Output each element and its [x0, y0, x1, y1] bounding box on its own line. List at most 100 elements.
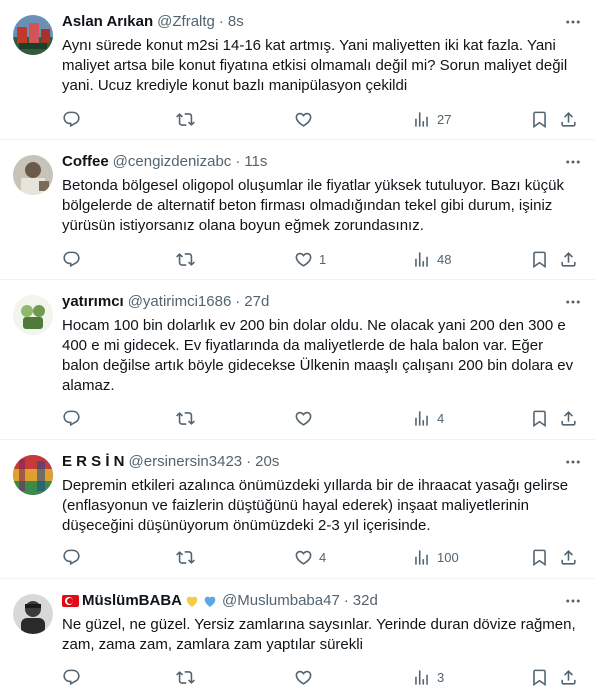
- timestamp[interactable]: 32d: [353, 591, 378, 611]
- retweet-button[interactable]: [176, 547, 201, 567]
- like-button[interactable]: [294, 408, 319, 428]
- action-bar: 27: [62, 109, 587, 129]
- like-button[interactable]: [294, 667, 319, 687]
- bookmark-button[interactable]: [530, 249, 549, 269]
- separator-dot: ·: [218, 13, 224, 30]
- retweet-button[interactable]: [176, 408, 201, 428]
- tweet[interactable]: MüslümBABA @Muslumbaba47 · 32d Ne güzel,…: [0, 579, 595, 700]
- views-button[interactable]: 27: [412, 109, 451, 129]
- views-count: 4: [437, 410, 445, 426]
- avatar[interactable]: [13, 295, 53, 335]
- reply-icon: [63, 251, 80, 267]
- retweet-icon: [176, 550, 195, 564]
- views-button[interactable]: 100: [412, 547, 459, 567]
- retweet-icon: [176, 112, 195, 126]
- tweet[interactable]: Aslan Arıkan @Zfraltg · 8s Aynı sürede k…: [0, 0, 595, 140]
- views-icon: [415, 549, 428, 565]
- views-icon: [415, 669, 428, 685]
- timestamp[interactable]: 20s: [255, 452, 279, 472]
- author-handle[interactable]: @yatirimci1686: [128, 292, 232, 312]
- like-button[interactable]: [294, 109, 319, 129]
- author-name[interactable]: MüslümBABA: [82, 591, 182, 611]
- avatar[interactable]: [13, 15, 53, 55]
- blue-heart-icon: [204, 596, 216, 607]
- reply-icon: [63, 549, 80, 565]
- tweet-text: Depremin etkileri azalınca önümüzdeki yı…: [62, 477, 569, 534]
- avatar[interactable]: [13, 155, 53, 195]
- tweet[interactable]: E R S İ N @ersinersin3423 · 20s Depremin…: [0, 440, 595, 579]
- like-icon: [295, 670, 312, 685]
- author-name[interactable]: E R S İ N: [62, 452, 125, 472]
- action-bar: 3: [62, 667, 587, 687]
- author-name[interactable]: Aslan Arıkan: [62, 12, 153, 32]
- action-bar: 4: [62, 408, 587, 428]
- author-handle[interactable]: @cengizdenizabc: [113, 152, 232, 172]
- retweet-button[interactable]: [176, 109, 201, 129]
- share-button[interactable]: [559, 408, 578, 428]
- share-button[interactable]: [559, 249, 578, 269]
- more-icon[interactable]: [563, 12, 583, 32]
- reply-button[interactable]: [62, 249, 87, 269]
- views-button[interactable]: 48: [412, 249, 451, 269]
- reply-button[interactable]: [62, 109, 87, 129]
- like-button[interactable]: 4: [294, 547, 326, 567]
- views-count: 3: [437, 669, 445, 685]
- author-handle[interactable]: @Muslumbaba47: [222, 591, 340, 611]
- more-icon[interactable]: [563, 292, 583, 312]
- share-button[interactable]: [559, 667, 578, 687]
- reply-icon: [63, 111, 80, 127]
- more-icon[interactable]: [563, 152, 583, 172]
- reply-button[interactable]: [62, 547, 87, 567]
- avatar[interactable]: [13, 594, 53, 634]
- tweet[interactable]: yatırımcı @yatirimci1686 · 27d Hocam 100…: [0, 280, 595, 440]
- reply-button[interactable]: [62, 667, 87, 687]
- bookmark-button[interactable]: [530, 667, 549, 687]
- like-button[interactable]: 1: [294, 249, 326, 269]
- author-handle[interactable]: @ersinersin3423: [129, 452, 243, 472]
- bookmark-icon: [533, 251, 546, 268]
- share-icon: [561, 669, 576, 685]
- bookmark-button[interactable]: [530, 547, 549, 567]
- tweet-text: Ne güzel, ne güzel. Yersiz zamlarına say…: [62, 616, 576, 653]
- share-button[interactable]: [559, 547, 578, 567]
- like-count: 1: [319, 251, 327, 267]
- reply-button[interactable]: [62, 408, 87, 428]
- timestamp[interactable]: 8s: [228, 12, 244, 32]
- tweet-text: Aynı sürede konut m2si 14-16 kat artmış.…: [62, 37, 568, 94]
- separator-dot: ·: [343, 592, 349, 609]
- views-button[interactable]: 4: [412, 408, 444, 428]
- bookmark-icon: [533, 111, 546, 128]
- tweet-text: Betonda bölgesel oligopol oluşumlar ile …: [62, 177, 564, 234]
- separator-dot: ·: [246, 453, 252, 470]
- more-icon[interactable]: [563, 452, 583, 472]
- share-button[interactable]: [559, 109, 578, 129]
- tweet[interactable]: Coffee @cengizdenizabc · 11s Betonda böl…: [0, 140, 595, 280]
- retweet-button[interactable]: [176, 667, 201, 687]
- author-name[interactable]: Coffee: [62, 152, 109, 172]
- like-icon: [295, 550, 312, 565]
- views-count: 100: [437, 549, 459, 565]
- bookmark-button[interactable]: [530, 408, 549, 428]
- timestamp[interactable]: 11s: [244, 152, 267, 172]
- share-icon: [561, 111, 576, 127]
- like-icon: [295, 112, 312, 127]
- author-handle[interactable]: @Zfraltg: [157, 12, 215, 32]
- reply-icon: [63, 410, 80, 426]
- views-icon: [415, 111, 428, 127]
- bookmark-icon: [533, 549, 546, 566]
- avatar[interactable]: [13, 455, 53, 495]
- share-icon: [561, 251, 576, 267]
- retweet-icon: [176, 670, 195, 684]
- views-count: 27: [437, 111, 452, 127]
- yellow-heart-icon: [186, 596, 198, 607]
- views-button[interactable]: 3: [412, 667, 444, 687]
- more-icon[interactable]: [563, 591, 583, 611]
- author-name[interactable]: yatırımcı: [62, 292, 124, 312]
- bookmark-icon: [533, 669, 546, 686]
- retweet-button[interactable]: [176, 249, 201, 269]
- views-icon: [415, 251, 428, 267]
- retweet-icon: [176, 411, 195, 425]
- bookmark-button[interactable]: [530, 109, 549, 129]
- share-icon: [561, 549, 576, 565]
- timestamp[interactable]: 27d: [244, 292, 269, 312]
